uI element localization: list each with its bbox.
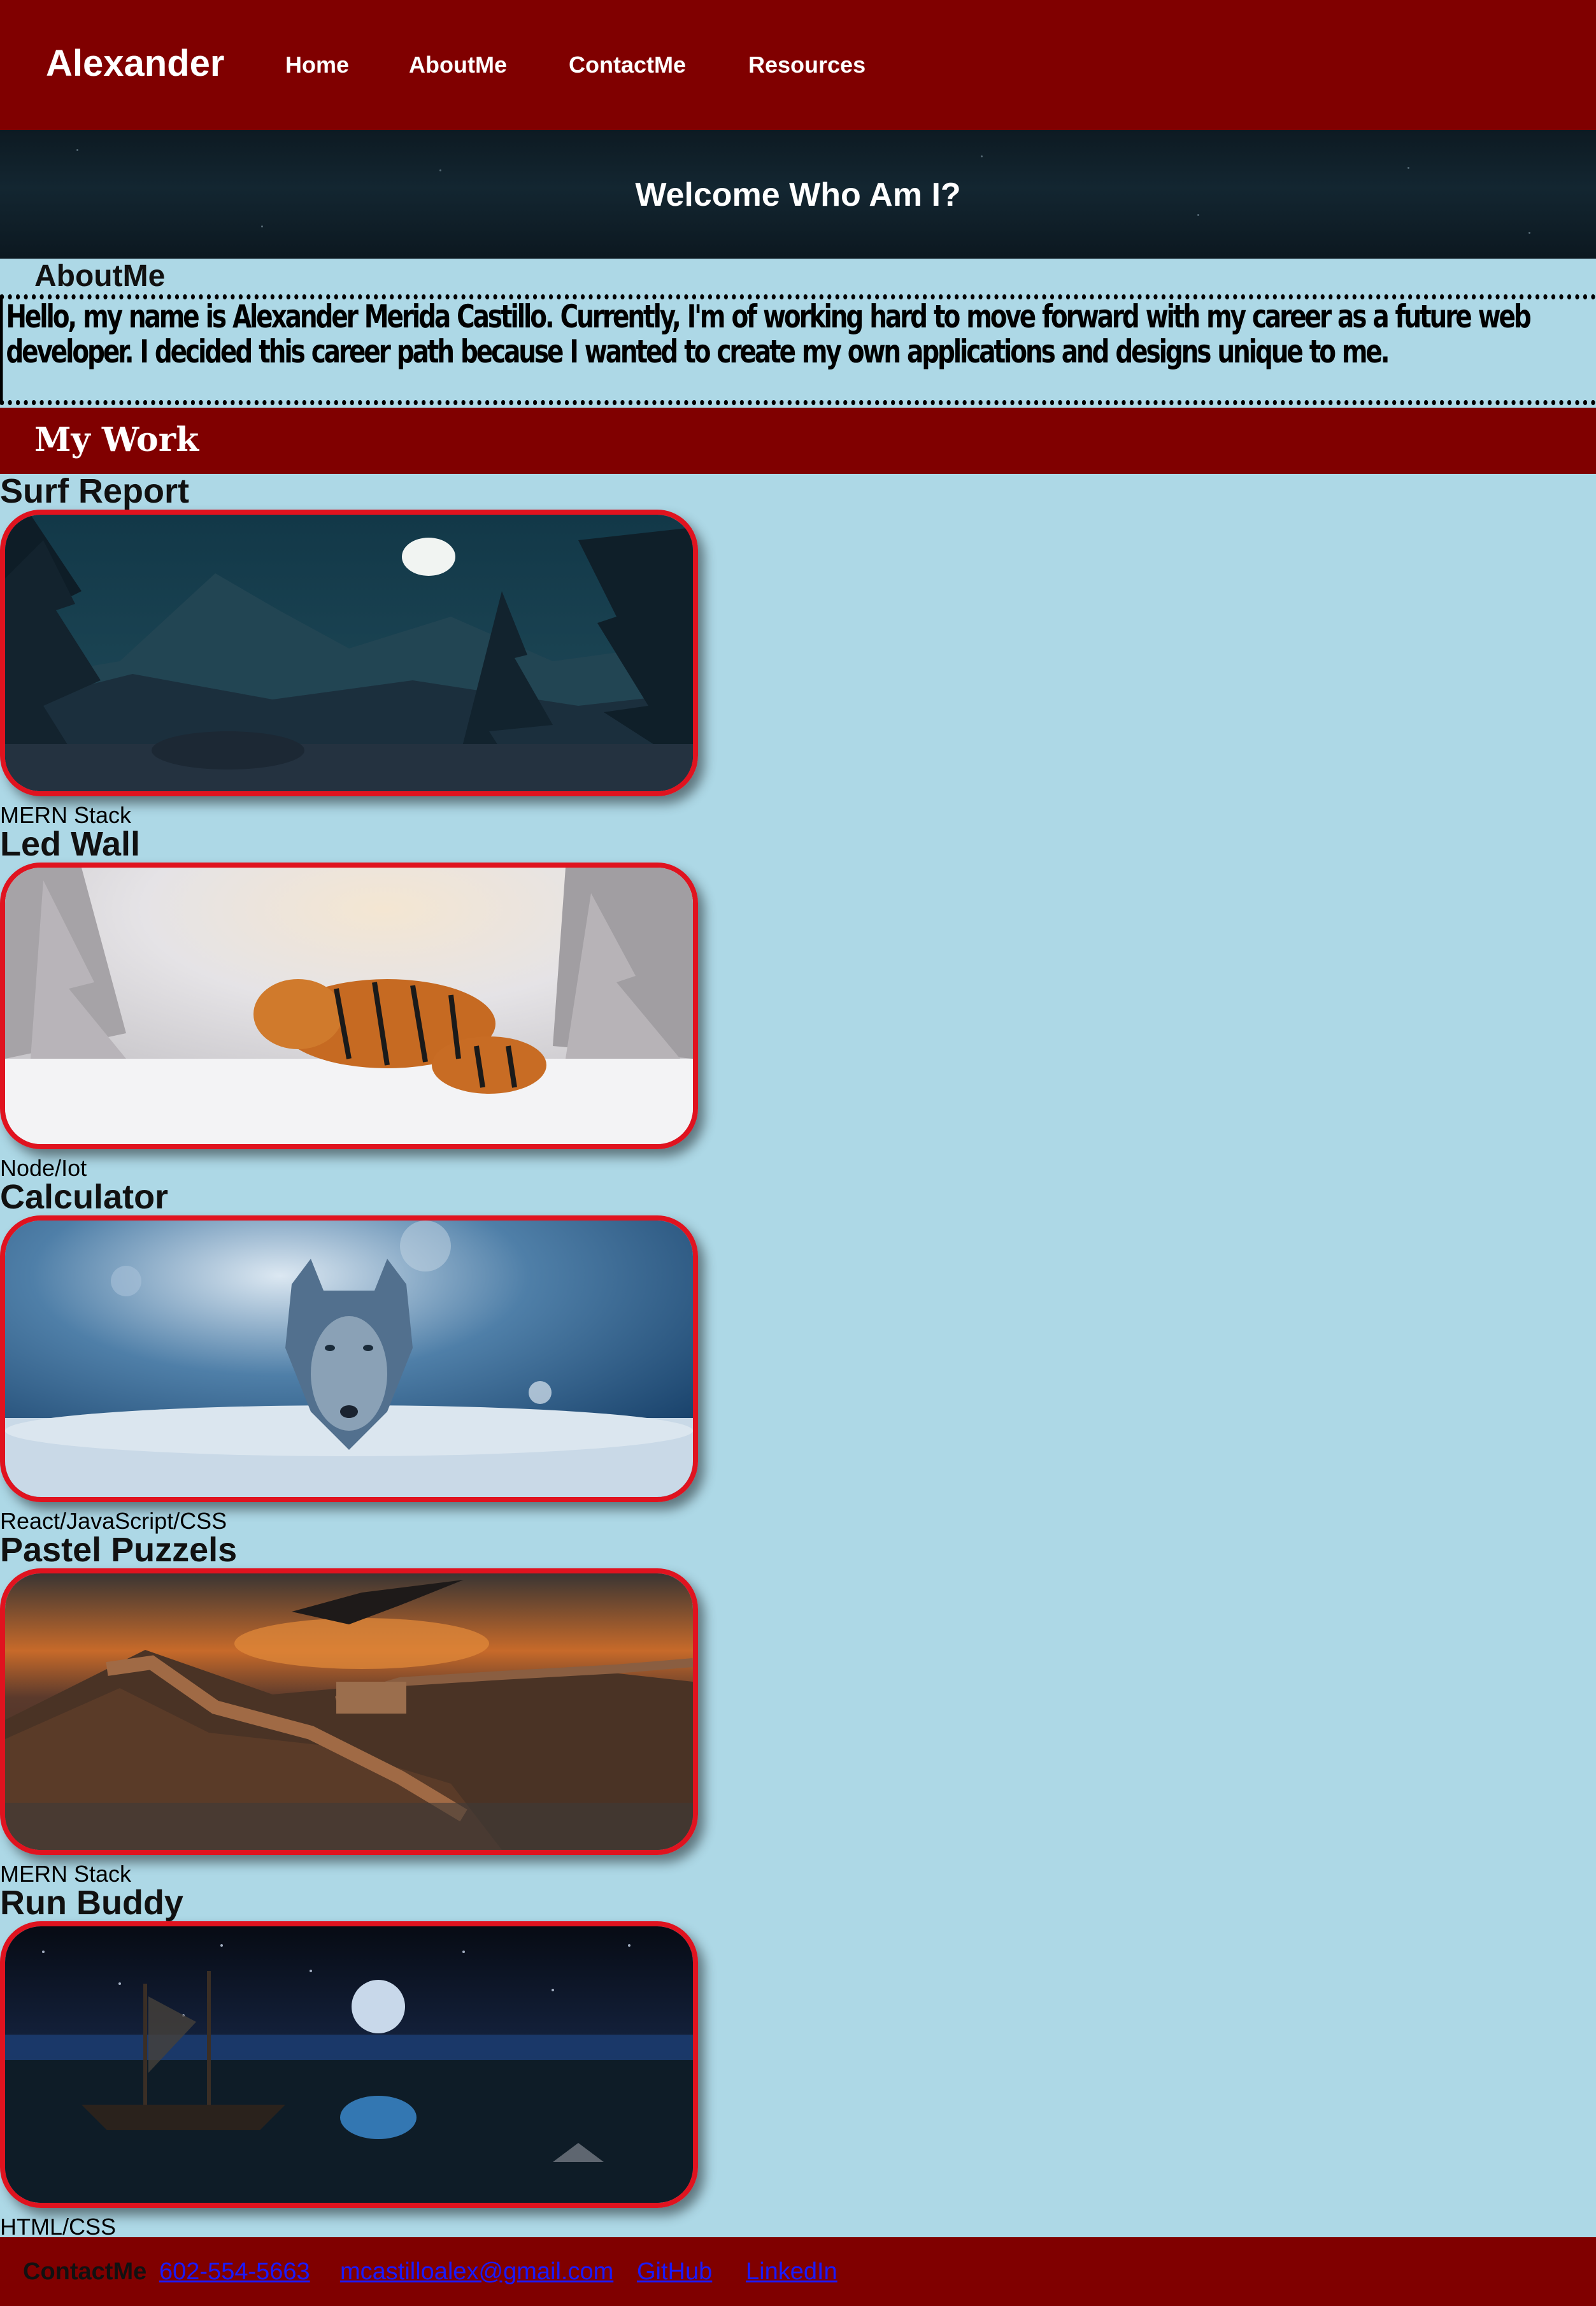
my-work-bar: My Work: [0, 408, 1596, 474]
brand-name: Alexander: [46, 43, 225, 84]
about-heading: AboutMe: [34, 259, 166, 293]
project-title: Run Buddy: [0, 1884, 183, 1922]
hero-title: Welcome Who Am I?: [635, 176, 961, 213]
nav-contactme[interactable]: ContactMe: [569, 50, 686, 80]
project-title: Surf Report: [0, 472, 189, 510]
project-title: Pastel Puzzels: [0, 1531, 238, 1569]
nav-resources[interactable]: Resources: [748, 50, 866, 80]
great-wall-dragon-image[interactable]: [0, 1568, 698, 1855]
github-link[interactable]: GitHub: [637, 2258, 712, 2286]
wolf-in-snow-image[interactable]: [0, 1215, 698, 1502]
about-text: Hello, my name is Alexander Merida Casti…: [0, 294, 1596, 405]
project-stack: HTML/CSS: [0, 2214, 117, 2240]
project-title: Led Wall: [0, 825, 141, 863]
project-title: Calculator: [0, 1178, 169, 1216]
hero-banner: Welcome Who Am I?: [0, 130, 1596, 259]
night-forest-moon-image[interactable]: [0, 510, 698, 796]
site-footer: ContactMe 602-554-5663 mcastilloalex@gma…: [0, 2237, 1596, 2306]
nav-aboutme[interactable]: AboutMe: [409, 50, 507, 80]
nav-home[interactable]: Home: [285, 50, 349, 80]
email-link[interactable]: mcastilloalex@gmail.com: [340, 2258, 613, 2286]
tigers-in-snow-image[interactable]: [0, 863, 698, 1149]
my-work-title: My Work: [34, 420, 199, 459]
site-header: Alexander Home AboutMe ContactMe Resourc…: [0, 0, 1596, 130]
linkedin-link[interactable]: LinkedIn: [746, 2258, 837, 2286]
footer-contact-label: ContactMe: [23, 2258, 147, 2285]
phone-link[interactable]: 602-554-5663: [159, 2258, 310, 2286]
pirate-ship-moon-sea-image[interactable]: [0, 1921, 698, 2208]
